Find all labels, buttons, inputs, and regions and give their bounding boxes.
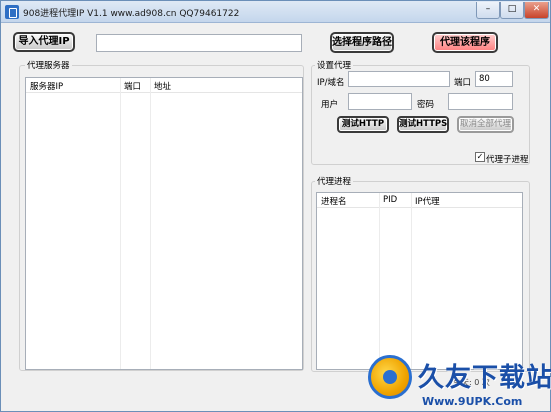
proxy-program-button[interactable]: 代理该程序 [432,32,498,53]
proxy-child-process-checkbox[interactable]: ✓ [475,152,485,162]
app-icon [5,5,19,19]
proxy-child-process-label[interactable]: 代理子进程 [486,153,529,165]
column-divider [120,78,121,369]
proxy-process-group-label: 代理进程 [315,175,354,187]
site-watermark-logo: 久友下载站 Www.9UPK.Com [366,353,551,412]
column-port[interactable]: 端口 [124,80,141,92]
column-divider [150,78,151,369]
column-ip-proxy[interactable]: IP代理 [415,195,440,207]
window-title: 908进程代理IP V1.1 www.ad908.cn QQ79461722 [23,9,240,19]
column-divider [379,193,380,369]
proxy-server-list-header: 服务器IP 端口 地址 [26,78,302,93]
minimize-button[interactable]: – [476,2,500,19]
password-label: 密码 [417,100,435,110]
port-field[interactable]: 80 [475,71,513,87]
column-server-ip[interactable]: 服务器IP [30,80,63,92]
watermark-emblem-icon [368,355,412,399]
watermark-url: Www.9UPK.Com [422,395,523,408]
password-field[interactable] [448,93,513,110]
cancel-all-proxies-button[interactable]: 取消全部代理 [457,116,514,133]
program-path-field[interactable] [96,34,302,52]
ip-domain-label: IP/域名 [317,78,345,88]
column-process-name[interactable]: 进程名 [321,195,347,207]
ip-domain-field[interactable] [348,71,450,87]
column-divider [411,193,412,369]
port-label: 端口 [454,78,472,88]
select-program-path-button[interactable]: 选择程序路径 [330,32,394,53]
proxy-process-list[interactable]: 进程名 PID IP代理 [316,192,523,370]
proxy-server-group-label: 代理服务器 [25,59,72,71]
title-bar[interactable]: 908进程代理IP V1.1 www.ad908.cn QQ79461722 –… [1,1,550,23]
import-proxy-ip-button[interactable]: 导入代理IP [13,32,75,52]
column-address[interactable]: 地址 [154,80,171,92]
column-pid[interactable]: PID [383,195,397,205]
proxy-server-list[interactable]: 服务器IP 端口 地址 [25,77,303,370]
proxy-process-list-header: 进程名 PID IP代理 [317,193,522,208]
proxy-settings-group-label: 设置代理 [315,59,354,71]
test-https-button[interactable]: 测试HTTPS [397,116,449,133]
user-label: 用户 [321,100,339,110]
maximize-button[interactable]: □ [500,2,524,19]
user-field[interactable] [348,93,412,110]
main-window: 908进程代理IP V1.1 www.ad908.cn QQ79461722 –… [0,0,551,412]
close-button[interactable]: ✕ [524,2,549,19]
test-http-button[interactable]: 测试HTTP [337,116,389,133]
watermark-title: 久友下载站 [418,363,551,393]
